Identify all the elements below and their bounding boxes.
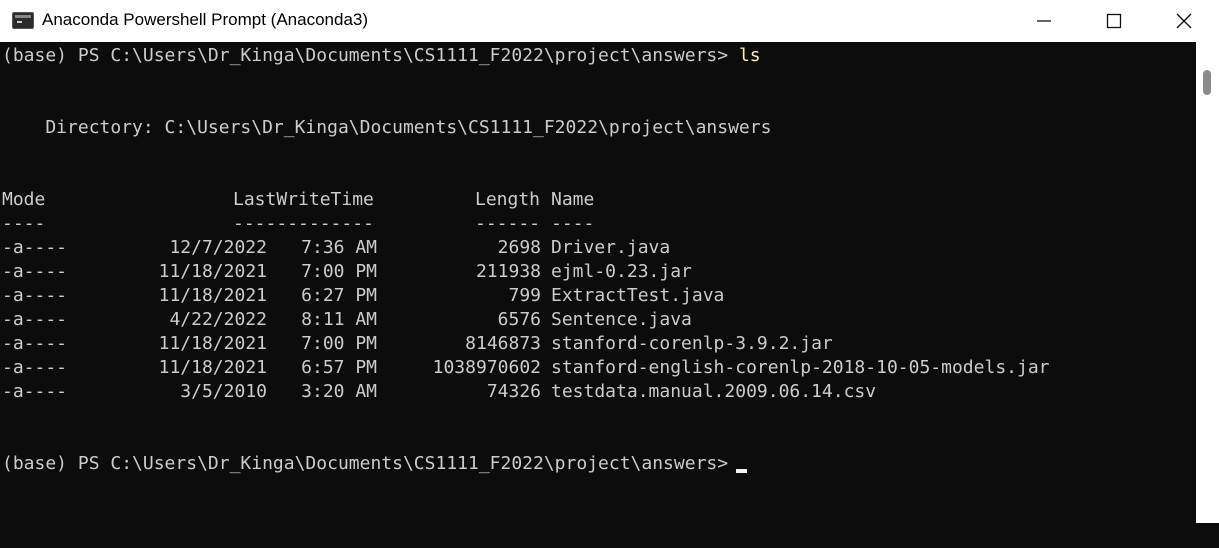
row-length: 1038970602 [432,357,541,378]
row-length: 6576 [497,309,541,330]
title-bar[interactable]: Anaconda Powershell Prompt (Anaconda3) [0,0,1219,42]
close-button[interactable] [1149,0,1219,42]
row-time: 3:20 AM [301,381,377,402]
separator-name: ---- [551,213,595,234]
table-row: -a---- 12/7/2022 7:36 AM 2698 Driver.jav… [2,236,1102,260]
table-row: -a---- 11/18/2021 6:57 PM 1038970602 sta… [2,356,1102,380]
row-time: 6:57 PM [301,357,377,378]
row-time: 7:00 PM [301,333,377,354]
directory-line: Directory: C:\Users\Dr_Kinga\Documents\C… [2,117,772,138]
row-time: 7:00 PM [301,261,377,282]
row-name: Sentence.java [551,309,692,330]
row-name: Driver.java [551,237,671,258]
row-time: 6:27 PM [301,285,377,306]
row-length: 2698 [497,237,541,258]
row-name: stanford-corenlp-3.9.2.jar [551,333,833,354]
separator-mode: ---- [2,213,46,234]
row-date: 3/5/2010 [180,381,267,402]
separator-length: ------ [475,213,541,234]
table-header: Mode LastWriteTime Length Name [2,188,1102,212]
table-separator: ---- ------------- ------ ---- [2,212,1102,236]
table-row: -a---- 11/18/2021 7:00 PM 211938 ejml-0.… [2,260,1102,284]
prompt-line: (base) PS C:\Users\Dr_Kinga\Documents\CS… [2,452,748,476]
row-mode: -a---- [2,285,68,306]
window-title: Anaconda Powershell Prompt (Anaconda3) [42,10,369,29]
row-time: 7:36 AM [301,237,377,258]
row-date: 11/18/2021 [158,333,267,354]
row-name: ejml-0.23.jar [551,261,692,282]
scrollbar-thumb[interactable] [1203,70,1211,95]
row-mode: -a---- [2,261,68,282]
maximize-button[interactable] [1079,0,1149,42]
row-time: 8:11 AM [301,309,377,330]
row-mode: -a---- [2,381,68,402]
row-name: stanford-english-corenlp-2018-10-05-mode… [551,357,1050,378]
row-mode: -a---- [2,309,68,330]
header-name: Name [551,189,595,210]
row-date: 4/22/2022 [169,309,267,330]
text-cursor [736,469,748,473]
row-mode: -a---- [2,357,68,378]
row-date: 11/18/2021 [158,357,267,378]
row-mode: -a---- [2,237,68,258]
row-date: 11/18/2021 [158,285,267,306]
table-row: -a---- 4/22/2022 8:11 AM 6576 Sentence.j… [2,308,1102,332]
vertical-scrollbar[interactable] [1196,42,1219,523]
prompt-line: (base) PS C:\Users\Dr_Kinga\Documents\CS… [2,44,761,68]
terminal-output[interactable]: (base) PS C:\Users\Dr_Kinga\Documents\CS… [0,42,1196,523]
header-mode: Mode [2,189,46,210]
prompt-text: (base) PS C:\Users\Dr_Kinga\Documents\CS… [2,45,729,66]
close-icon [1176,13,1192,29]
minimize-icon [1037,20,1051,22]
header-length: Length [475,189,541,210]
header-lastwritetime: LastWriteTime [233,189,374,210]
row-date: 12/7/2022 [169,237,267,258]
row-name: ExtractTest.java [551,285,725,306]
row-length: 74326 [486,381,541,402]
row-mode: -a---- [2,333,68,354]
row-date: 11/18/2021 [158,261,267,282]
separator-lastwritetime: ------------- [233,213,374,234]
maximize-icon [1106,13,1122,29]
terminal-icon [12,12,34,29]
row-length: 211938 [475,261,541,282]
command-text: ls [738,45,761,66]
row-length: 799 [508,285,541,306]
table-row: -a---- 11/18/2021 6:27 PM 799 ExtractTes… [2,284,1102,308]
prompt-text: (base) PS C:\Users\Dr_Kinga\Documents\CS… [2,453,729,474]
table-row: -a---- 11/18/2021 7:00 PM 8146873 stanfo… [2,332,1102,356]
table-row: -a---- 3/5/2010 3:20 AM 74326 testdata.m… [2,380,1102,404]
row-length: 8146873 [465,333,541,354]
row-name: testdata.manual.2009.06.14.csv [551,381,877,402]
minimize-button[interactable] [1009,0,1079,42]
